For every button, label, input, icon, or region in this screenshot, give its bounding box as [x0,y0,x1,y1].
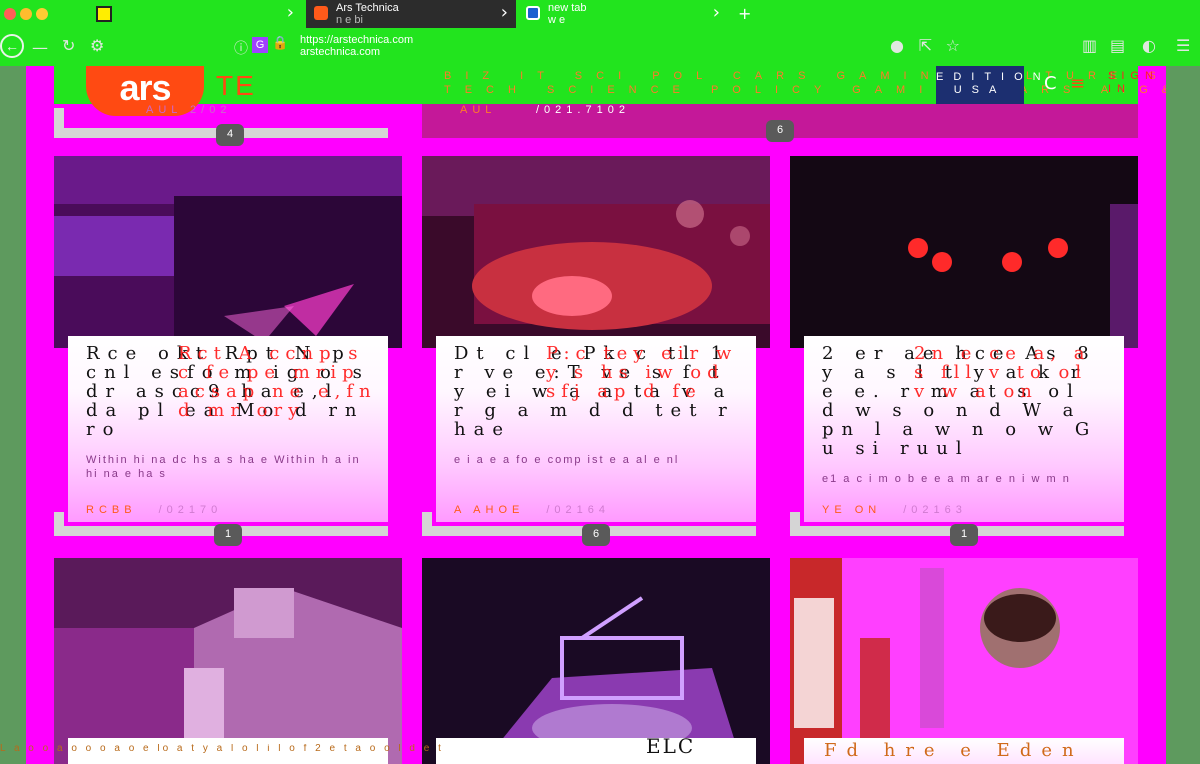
article-text-box: Dt cl e Pk c tl 1 r ve e:T ve s f ty ei … [436,336,756,522]
new-tab-favicon-icon [526,6,540,20]
bookmark-star-icon[interactable]: ☆ [946,36,960,56]
article-title-overlay: Rct A ccnp s c fe pe mrip acsap ne e,fn … [178,343,377,421]
maximize-window-button[interactable] [36,8,48,20]
tab-subtitle: w e [548,14,566,26]
url-hint-text: arstechnica.com [300,46,381,58]
close-window-button[interactable] [4,8,16,20]
edition-selector[interactable]: EDITION USA [936,66,1051,104]
tab-title: new tab [548,2,587,14]
wanted-poster-image [790,558,1138,764]
google-icon: G [252,37,268,53]
comment-count: 6 [776,124,784,136]
search-icon[interactable]: C [1044,74,1057,94]
browser-tab-bar: › Ars Technica n e bi › new tab w e › + [0,0,1200,28]
edition-value: USA [953,84,1007,96]
article-thumbnail[interactable] [422,558,770,764]
translate-icon[interactable]: ⇱ [919,36,932,56]
new-tab-button[interactable]: + [738,4,751,23]
article-title[interactable]: Fd hre e Eden [824,740,1084,761]
site-info-icon[interactable]: ⓘ [234,38,248,58]
tab-title: Ars Technica [336,2,399,14]
comment-count: 1 [224,528,232,540]
dog-image [422,156,770,348]
article-meta: AUL 2/02 [146,104,232,116]
settings-icon[interactable]: ⚙ [90,36,104,56]
article-thumbnail[interactable] [54,558,402,764]
red-eyes-image [790,156,1138,348]
ticker-text: L a o o a o o o a o e lo a t y a l o l i… [0,744,444,754]
page-gutter [1166,66,1200,764]
tab-strip-icon [96,6,112,22]
address-bar[interactable]: ⓘ G 🔒 https://arstechnica.com arstechnic… [228,32,964,62]
sign-in-link[interactable]: SIGN IN [1108,70,1159,96]
ars-favicon-icon [314,6,328,20]
article-title-overlay: P:c tey eir wy s hs iw od sfj ap d fe [546,343,738,402]
launch-site-image [54,558,402,764]
tab-subtitle: n e bi [336,14,363,26]
reader-mode-icon[interactable]: ● [890,36,904,56]
forward-button[interactable]: — [32,38,48,58]
article-excerpt: Within hi na dc hs a s ha e Within h a i… [86,454,361,480]
lock-icon: 🔒 [272,36,289,51]
url-text[interactable]: https://arstechnica.com [300,34,413,46]
close-tab-icon[interactable]: › [713,4,720,22]
logo-text: ars [119,67,171,108]
article-card[interactable]: Fd hre e Eden [790,558,1138,764]
tab-2[interactable]: Ars Technica n e bi › [306,0,516,28]
article-text-box: Fd hre e Eden [804,738,1124,764]
reader-view-icon[interactable]: ▤ [1110,36,1125,56]
library-icon[interactable]: ▥ [1082,36,1097,56]
browser-toolbar: ← — ↻ ⚙ ⓘ G 🔒 https://arstechnica.com ar… [0,28,1200,66]
reload-icon[interactable]: ↻ [62,36,75,56]
comment-count-icon[interactable]: 6 [582,524,610,546]
comment-count-icon[interactable]: 1 [950,524,978,546]
article-card[interactable]: Dt cl e Pk c tl 1 r ve e:T ve s f ty ei … [422,156,770,546]
article-text-box: 2 er ae hce As 8 y a s l t y a k r e e. … [804,336,1124,522]
tab-3[interactable]: new tab w e › [518,0,728,28]
back-button[interactable]: ← [0,34,24,58]
article-thumbnail[interactable] [54,156,402,348]
secondary-nav[interactable]: TECH SCIENCE POLICY GAMING CARS AIG&TECH [444,84,1166,96]
close-tab-icon[interactable]: › [501,4,508,22]
satellite-image [422,558,770,764]
comment-count-icon[interactable]: 1 [214,524,242,546]
article-excerpt: e i a e a fo e comp ist e a al e nl [454,454,680,466]
edition-label: EDITION [936,71,1051,83]
article-meta-date: /021.7102 [536,104,630,116]
comment-count: 6 [592,528,600,540]
site-header: ars TE BIZ IT SCI POL CARS GAMING CULTUR… [54,66,1166,116]
comment-count: 4 [226,128,234,140]
article-card[interactable]: 2 er ae hce As 8 y a s l t y a k r e e. … [790,156,1138,546]
article-excerpt: e1 a c i m o b e e a m ar e n i w m n [822,473,1071,485]
article-text-box: Rce okt Rpt N p cnl esfo m ig o s dr asc… [68,336,388,522]
menu-icon[interactable]: ☰ [1176,36,1190,56]
butterfly-image [54,156,402,348]
article-meta-author: AUL [460,104,497,116]
screenshot-icon[interactable]: ◐ [1142,36,1156,56]
page-viewport: ars TE BIZ IT SCI POL CARS GAMING CULTUR… [26,66,1166,764]
tab-1[interactable]: › [120,0,302,28]
article-title[interactable]: ELC [646,734,695,758]
article-title-overlay: 2n e ce a, a s fll v to ol v w a on [914,343,1091,402]
article-thumbnail[interactable] [790,558,1138,764]
comment-count: 1 [960,528,968,540]
article-card[interactable] [54,558,402,764]
primary-nav[interactable]: BIZ IT SCI POL CARS GAMING CULTURE STORE… [444,70,1166,82]
logo-suffix: TE [216,70,256,101]
article-card[interactable]: Rce okt Rpt N p cnl esfo m ig o s dr asc… [54,156,402,546]
hamburger-menu-icon[interactable]: ≡ [1070,74,1085,94]
minimize-window-button[interactable] [20,8,32,20]
comment-count-icon[interactable]: 4 [216,124,244,146]
article-thumbnail[interactable] [790,156,1138,348]
article-card[interactable]: ELC [422,558,770,764]
secondary-nav-text[interactable]: TECH SCIENCE POLICY GAMING CARS AIG&TECH [444,84,1166,96]
close-tab-icon[interactable]: › [287,4,294,22]
window-controls [4,8,48,20]
comment-count-icon[interactable]: 6 [766,120,794,142]
article-thumbnail[interactable] [422,156,770,348]
